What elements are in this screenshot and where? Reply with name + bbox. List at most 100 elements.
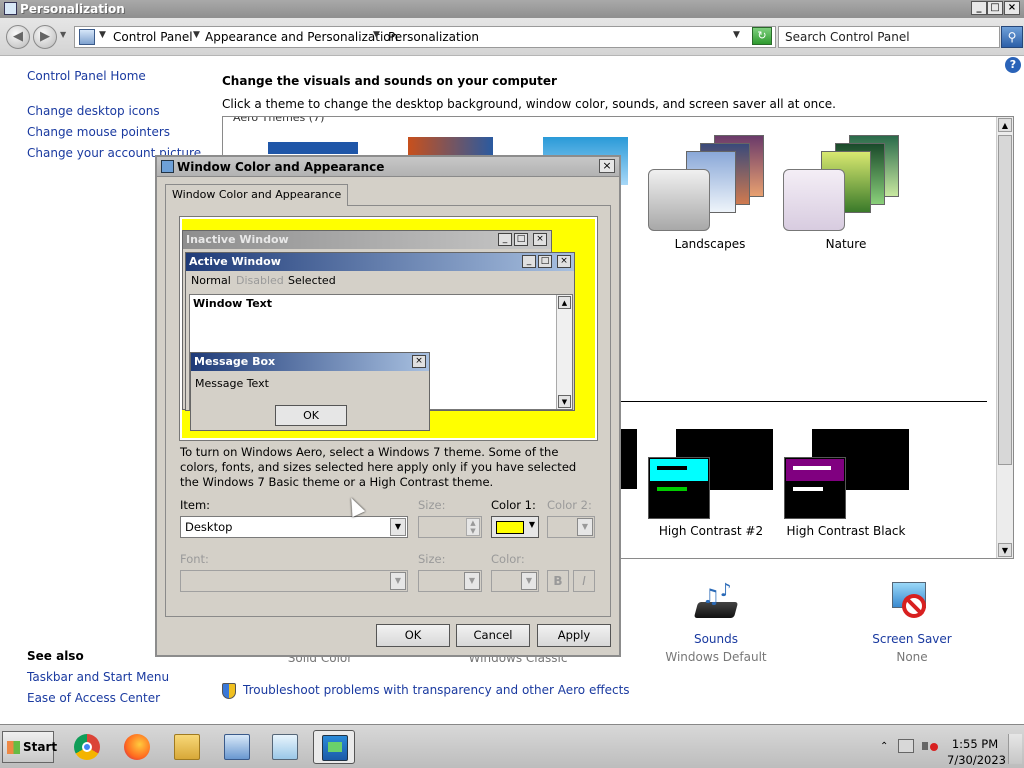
taskbar-start-menu-link[interactable]: Taskbar and Start Menu xyxy=(27,670,169,684)
font-color-picker[interactable]: ▼ xyxy=(491,570,539,592)
chrome-icon[interactable] xyxy=(66,730,108,764)
dialog-titlebar[interactable]: Window Color and Appearance × xyxy=(157,157,619,177)
font-dropdown[interactable]: ▼ xyxy=(180,570,408,592)
search-icon[interactable]: ⚲ xyxy=(1001,26,1023,48)
start-button[interactable]: Start xyxy=(2,731,57,763)
chevron-down-icon[interactable]: ▼ xyxy=(521,572,537,590)
firefox-icon[interactable] xyxy=(116,730,158,764)
theme-thumbnail-high-contrast-1[interactable] xyxy=(620,429,637,489)
minimize-icon: _ xyxy=(498,233,512,246)
page-subheading: Click a theme to change the desktop back… xyxy=(222,97,836,111)
breadcrumb-control-panel[interactable]: Control Panel xyxy=(113,30,193,44)
tab-window-color-appearance[interactable]: Window Color and Appearance xyxy=(165,184,349,206)
preview-menu-selected[interactable]: Selected xyxy=(288,274,336,287)
chevron-down-icon[interactable]: ▼ xyxy=(577,518,593,536)
active-window-title: Active Window xyxy=(189,255,281,268)
change-desktop-icons-link[interactable]: Change desktop icons xyxy=(27,104,160,118)
scroll-down-icon[interactable]: ▼ xyxy=(998,543,1012,557)
theme-label-landscapes: Landscapes xyxy=(674,237,746,251)
preview-message-box[interactable]: Message Box × Message Text OK xyxy=(190,352,430,431)
aero-themes-heading: Aero Themes (7) xyxy=(233,116,325,124)
item-label: Item: xyxy=(180,498,211,512)
font-size-label: Size: xyxy=(418,552,446,566)
chevron-down-icon[interactable]: ▼ xyxy=(390,572,406,590)
theme-thumbnail-windows7[interactable] xyxy=(268,142,358,154)
forward-button[interactable]: ▶ xyxy=(33,25,57,49)
font-label: Font: xyxy=(180,552,209,566)
maximize-button[interactable]: □ xyxy=(987,1,1003,15)
troubleshoot-aero-link[interactable]: Troubleshoot problems with transparency … xyxy=(243,683,630,697)
ok-button[interactable]: OK xyxy=(376,624,450,647)
help-icon[interactable]: ? xyxy=(1005,57,1021,73)
address-history-dropdown-icon[interactable]: ▼ xyxy=(733,30,740,40)
page-heading: Change the visuals and sounds on your co… xyxy=(222,74,557,88)
item-size-spinner[interactable]: ▲ ▼ xyxy=(418,516,482,538)
color2-label: Color 2: xyxy=(547,498,592,512)
chevron-down-icon[interactable]: ▼ xyxy=(390,518,406,536)
preview-menu-normal[interactable]: Normal xyxy=(191,274,231,287)
control-panel-home-link[interactable]: Control Panel Home xyxy=(27,69,146,83)
scroll-up-icon[interactable]: ▲ xyxy=(558,296,571,309)
control-panel-icon xyxy=(79,29,95,45)
preview-menu-disabled[interactable]: Disabled xyxy=(236,274,284,287)
ease-of-access-link[interactable]: Ease of Access Center xyxy=(27,691,160,705)
volume-muted-icon[interactable] xyxy=(922,739,938,753)
theme-list-scrollbar[interactable]: ▲ ▼ xyxy=(996,117,1013,558)
control-panel-icon[interactable] xyxy=(216,730,258,764)
cancel-button[interactable]: Cancel xyxy=(456,624,530,647)
close-icon: × xyxy=(533,233,547,246)
chevron-right-icon[interactable]: ▼ xyxy=(99,30,106,40)
preview-scrollbar[interactable]: ▲ ▼ xyxy=(556,295,572,409)
message-box-ok-button[interactable]: OK xyxy=(275,405,347,426)
theme-nature[interactable] xyxy=(783,135,903,235)
scroll-down-icon[interactable]: ▼ xyxy=(558,395,571,408)
chevron-down-icon[interactable]: ▼ xyxy=(529,520,535,529)
change-mouse-pointers-link[interactable]: Change mouse pointers xyxy=(27,125,170,139)
notepad-icon[interactable] xyxy=(264,730,306,764)
theme-landscapes[interactable] xyxy=(648,135,768,235)
breadcrumb-appearance[interactable]: Appearance and Personalization xyxy=(205,30,398,44)
taskbar: Start ⌃ 1:55 PM 7/30/2023 xyxy=(0,724,1024,768)
scroll-thumb[interactable] xyxy=(998,135,1012,465)
chevron-down-icon[interactable]: ▼ xyxy=(464,572,480,590)
chevron-right-icon[interactable]: ▼ xyxy=(193,30,200,40)
inactive-window-title: Inactive Window xyxy=(186,233,289,246)
network-icon[interactable] xyxy=(898,739,914,753)
screen-saver-link[interactable]: Screen Saver xyxy=(852,632,972,646)
search-input[interactable]: Search Control Panel xyxy=(778,26,1000,48)
item-size-label: Size: xyxy=(418,498,446,512)
color2-picker[interactable]: ▼ xyxy=(547,516,595,538)
personalization-icon[interactable] xyxy=(313,730,355,764)
navigation-bar: ◀ ▶ ▼ ▼ Control Panel ▼ Appearance and P… xyxy=(0,18,1024,56)
breadcrumb-personalization[interactable]: Personalization xyxy=(388,30,479,44)
show-hidden-icons-icon[interactable]: ⌃ xyxy=(880,741,888,752)
clock-date: 7/30/2023 xyxy=(947,753,1006,767)
address-bar[interactable]: ▼ Control Panel ▼ Appearance and Persona… xyxy=(74,26,776,48)
recent-pages-dropdown-icon[interactable]: ▼ xyxy=(60,30,66,39)
item-dropdown[interactable]: Desktop ▼ xyxy=(180,516,408,538)
sounds-link[interactable]: Sounds xyxy=(656,632,776,646)
refresh-button[interactable]: ↻ xyxy=(752,27,772,45)
minimize-icon: _ xyxy=(522,255,536,268)
theme-thumbnail-architecture[interactable] xyxy=(408,137,493,155)
italic-button[interactable]: I xyxy=(573,570,595,592)
scroll-up-icon[interactable]: ▲ xyxy=(998,118,1012,132)
appearance-preview[interactable]: Inactive Window _ □ × Active Window _ □ … xyxy=(179,216,598,441)
font-size-dropdown[interactable]: ▼ xyxy=(418,570,482,592)
file-explorer-icon[interactable] xyxy=(166,730,208,764)
chevron-right-icon[interactable]: ▼ xyxy=(373,30,380,40)
dialog-close-button[interactable]: × xyxy=(599,159,615,173)
show-desktop-button[interactable] xyxy=(1008,734,1022,764)
close-button[interactable]: × xyxy=(1004,1,1020,15)
screen-saver-icon[interactable] xyxy=(888,580,936,628)
spinner-arrows-icon[interactable]: ▲ ▼ xyxy=(466,518,480,536)
bold-button[interactable]: B xyxy=(547,570,569,592)
clock[interactable]: 1:55 PM 7/30/2023 xyxy=(947,736,1006,768)
maximize-icon: □ xyxy=(514,233,528,246)
back-button[interactable]: ◀ xyxy=(6,25,30,49)
minimize-button[interactable]: _ xyxy=(971,1,987,15)
color1-picker[interactable]: ▼ xyxy=(491,516,539,538)
apply-button[interactable]: Apply xyxy=(537,624,611,647)
sounds-icon[interactable]: ♫ ♪ xyxy=(692,580,740,628)
high-contrast-2-color-swatch xyxy=(648,457,710,519)
